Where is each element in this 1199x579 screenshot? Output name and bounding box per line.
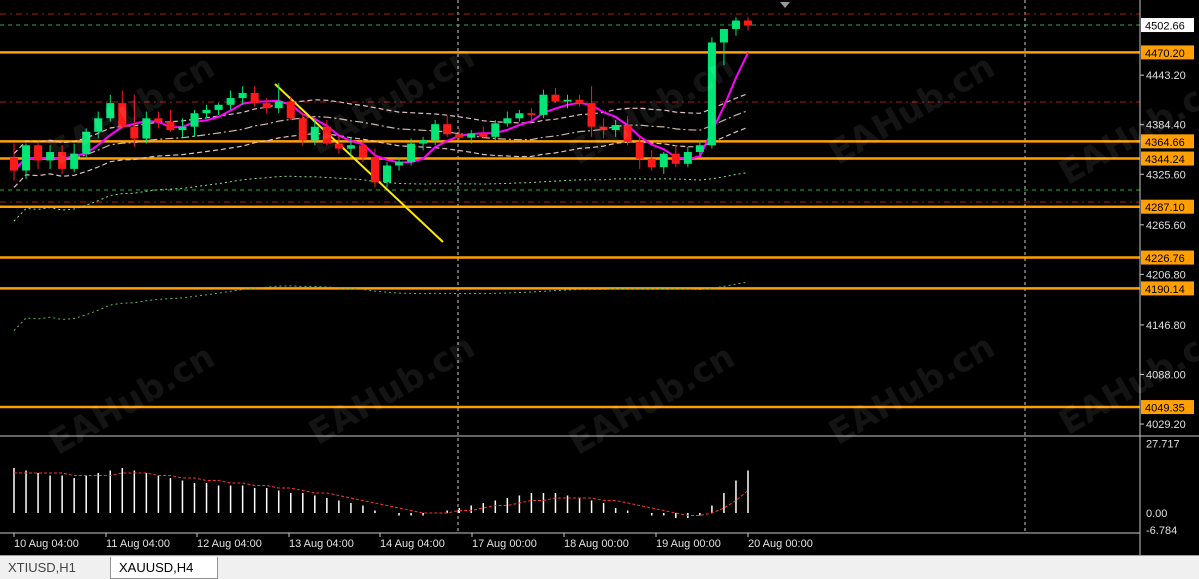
current-price-tag: 4502.66: [1145, 21, 1185, 33]
candle-body-9: [118, 103, 127, 127]
candle-body-28: [346, 145, 355, 149]
candle-body-43: [527, 113, 536, 115]
candle-body-6: [82, 131, 91, 154]
candle-body-2: [34, 145, 43, 161]
candle-body-33: [407, 143, 416, 163]
candle-body-3: [46, 152, 55, 161]
y-tick-label-2: 4325.60: [1146, 169, 1186, 181]
x-tick-label-5: 17 Aug 00:00: [472, 538, 537, 550]
candle-body-56: [683, 152, 692, 164]
candle-body-4: [58, 152, 67, 169]
candle-body-30: [370, 157, 379, 183]
candle-body-13: [166, 121, 175, 131]
x-tick-label-6: 18 Aug 00:00: [564, 538, 629, 550]
candle-body-40: [491, 123, 500, 137]
y-tick-label-4: 4206.80: [1146, 269, 1186, 281]
candle-body-51: [623, 125, 632, 142]
candle-body-55: [671, 153, 680, 164]
y-tick-label-5: 4146.80: [1146, 320, 1186, 332]
candle-body-48: [587, 103, 596, 127]
osc-tick-label-1: 0.00: [1146, 508, 1167, 520]
osc-tick-label-2: -6.784: [1146, 525, 1177, 537]
candle-body-16: [202, 109, 211, 114]
candle-body-57: [695, 145, 704, 153]
level-tag-6: 4049.35: [1145, 403, 1185, 415]
candle-body-5: [70, 153, 79, 169]
xauusd-h4-chart[interactable]: 4470.20 4364.66 4344.24 4287.10 4226.76 4190.…: [0, 0, 1199, 555]
chart-tab-bar: XTIUSD,H1 XAUUSD,H4: [0, 555, 1199, 579]
level-tag-3: 4287.10: [1145, 202, 1185, 214]
candle-body-7: [94, 118, 103, 132]
level-tag-2: 4344.24: [1145, 154, 1185, 166]
candle-body-54: [659, 153, 668, 168]
candle-body-52: [635, 141, 644, 159]
y-tick-label-7: 4029.20: [1146, 419, 1186, 431]
tab-xtiusd-h1[interactable]: XTIUSD,H1: [0, 557, 104, 579]
candle-body-29: [358, 145, 367, 158]
candle-body-17: [214, 104, 223, 110]
candle-body-49: [599, 126, 608, 131]
y-tick-label-1: 4384.40: [1146, 120, 1186, 132]
candle-body-24: [298, 118, 307, 141]
chart-background: [0, 0, 1199, 555]
y-tick-label-0: 4443.20: [1146, 70, 1186, 82]
candle-body-44: [539, 94, 548, 115]
y-tick-label-3: 4265.60: [1146, 220, 1186, 232]
candle-body-61: [744, 20, 752, 26]
candle-body-41: [503, 118, 512, 124]
candle-body-1: [22, 145, 31, 171]
candle-body-42: [515, 113, 524, 119]
tab-xauusd-h4[interactable]: XAUUSD,H4: [110, 557, 218, 579]
candle-body-23: [286, 101, 295, 119]
x-tick-label-1: 11 Aug 04:00: [106, 538, 170, 550]
x-tick-label-0: 10 Aug 04:00: [14, 538, 79, 550]
candle-body-25: [310, 126, 319, 141]
candle-body-12: [154, 118, 163, 122]
candle-body-58: [707, 42, 716, 146]
candle-body-0: [10, 157, 18, 171]
candle-body-15: [190, 113, 199, 127]
candle-body-20: [250, 93, 259, 104]
candle-body-35: [431, 124, 440, 141]
level-tag-1: 4364.66: [1145, 137, 1185, 149]
candle-body-31: [383, 165, 392, 183]
candle-body-22: [274, 101, 283, 109]
candle-body-45: [551, 94, 560, 102]
candle-body-10: [130, 126, 139, 139]
candle-body-39: [479, 133, 488, 137]
candle-body-50: [611, 125, 620, 131]
level-tag-0: 4470.20: [1145, 48, 1185, 60]
level-tag-4: 4226.76: [1145, 253, 1185, 265]
candle-body-32: [395, 162, 404, 166]
candle-body-21: [262, 103, 271, 109]
osc-tick-label-0: 27.717: [1146, 439, 1180, 451]
candle-body-60: [731, 20, 740, 29]
candle-body-14: [178, 126, 187, 131]
candle-body-34: [419, 140, 428, 144]
candle-body-19: [238, 93, 247, 99]
candle-body-27: [334, 143, 343, 149]
x-tick-label-8: 20 Aug 00:00: [748, 538, 813, 550]
candle-body-53: [647, 158, 656, 168]
x-tick-label-2: 12 Aug 04:00: [197, 538, 262, 550]
candle-body-11: [142, 118, 151, 139]
candle-body-36: [443, 124, 452, 135]
candle-body-37: [455, 134, 464, 138]
x-tick-label-4: 14 Aug 04:00: [380, 538, 445, 550]
level-tag-5: 4190.14: [1145, 284, 1185, 296]
candle-body-46: [563, 99, 572, 102]
y-tick-label-6: 4088.00: [1146, 369, 1186, 381]
candle-body-18: [226, 98, 235, 105]
candle-body-26: [322, 126, 331, 144]
x-tick-label-7: 19 Aug 00:00: [656, 538, 721, 550]
x-tick-label-3: 13 Aug 04:00: [289, 538, 354, 550]
candle-body-47: [575, 99, 584, 104]
candle-body-8: [106, 103, 115, 119]
candle-body-59: [719, 28, 728, 43]
candle-body-38: [467, 133, 476, 138]
